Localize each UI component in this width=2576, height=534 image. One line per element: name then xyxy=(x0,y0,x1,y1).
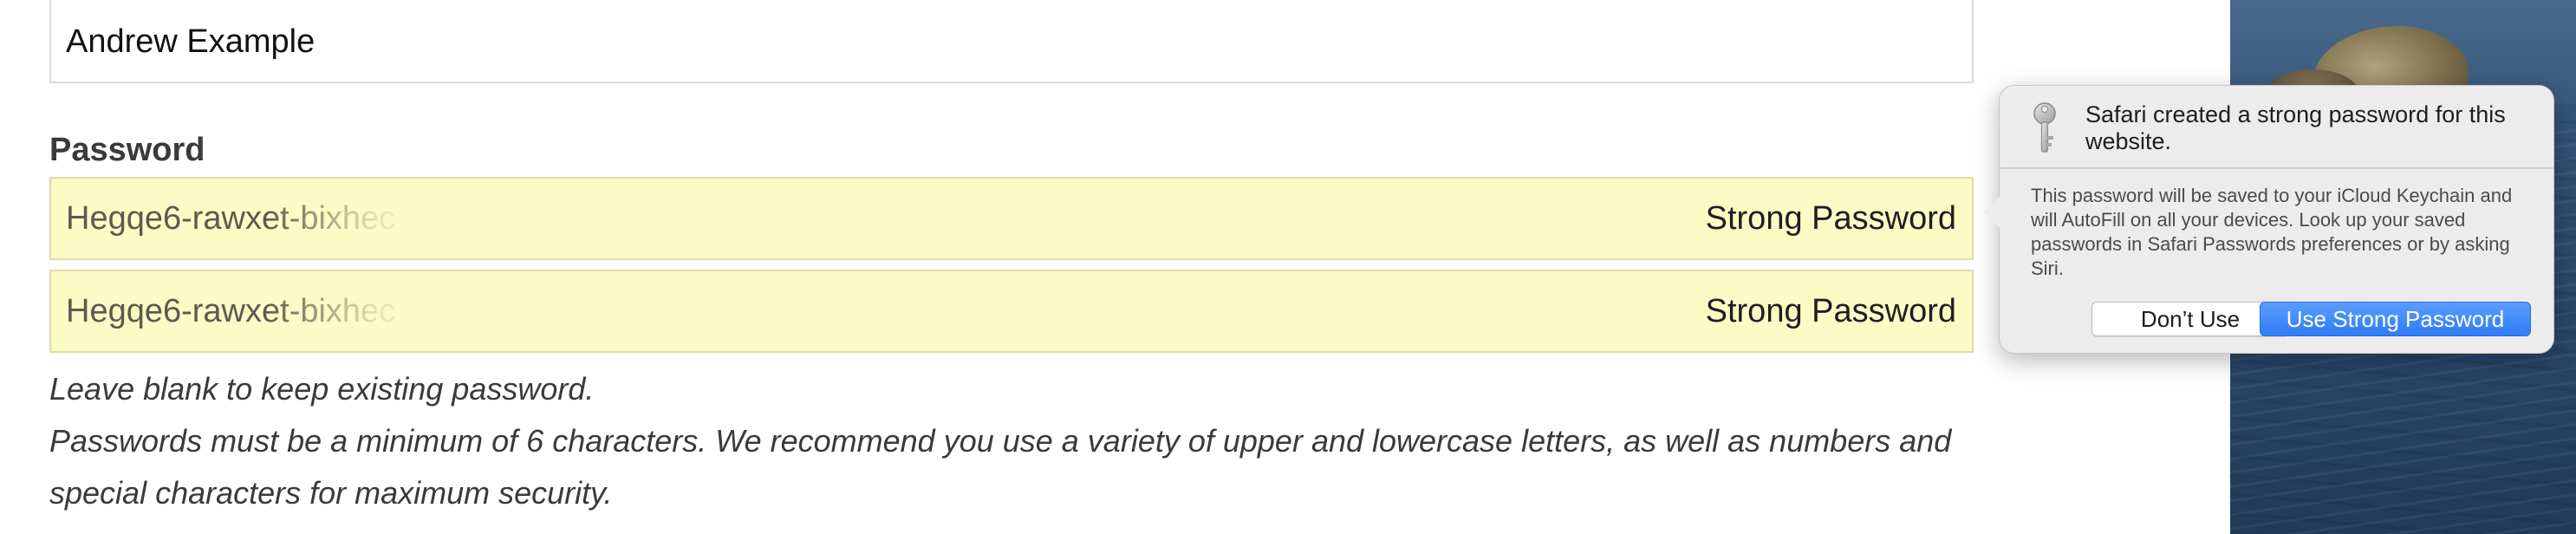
web-page: Andrew Example Password Hegqe6-rawxet-bi… xyxy=(0,0,2019,534)
strong-password-popover: Safari created a strong password for thi… xyxy=(1984,85,2554,354)
popover-header: Safari created a strong password for thi… xyxy=(2000,86,2553,169)
confirm-strong-password-badge: Strong Password xyxy=(1705,293,1956,329)
popover-title: Safari created a strong password for thi… xyxy=(2085,101,2506,154)
key-icon xyxy=(2033,102,2056,153)
confirm-password-input[interactable]: Hegqe6-rawxet-bixhec Strong Password xyxy=(49,270,1974,353)
password-input[interactable]: Hegqe6-rawxet-bixhec Strong Password xyxy=(49,177,1974,260)
name-input[interactable]: Andrew Example xyxy=(49,0,1974,83)
popover-arrow xyxy=(1984,197,2000,228)
use-strong-password-button[interactable]: Use Strong Password xyxy=(2260,302,2531,336)
hint-password-rules: Passwords must be a minimum of 6 charact… xyxy=(49,423,1952,459)
password-label: Password xyxy=(49,132,205,168)
hint-password-rules-cont: special characters for maximum security. xyxy=(49,475,613,511)
hint-blank-password: Leave blank to keep existing password. xyxy=(49,371,595,407)
popover-description: This password will be saved to your iClo… xyxy=(2031,185,2513,279)
strong-password-badge: Strong Password xyxy=(1705,200,1956,237)
password-value: Hegqe6-rawxet-bixhec xyxy=(66,200,396,237)
confirm-password-value: Hegqe6-rawxet-bixhec xyxy=(66,293,396,329)
